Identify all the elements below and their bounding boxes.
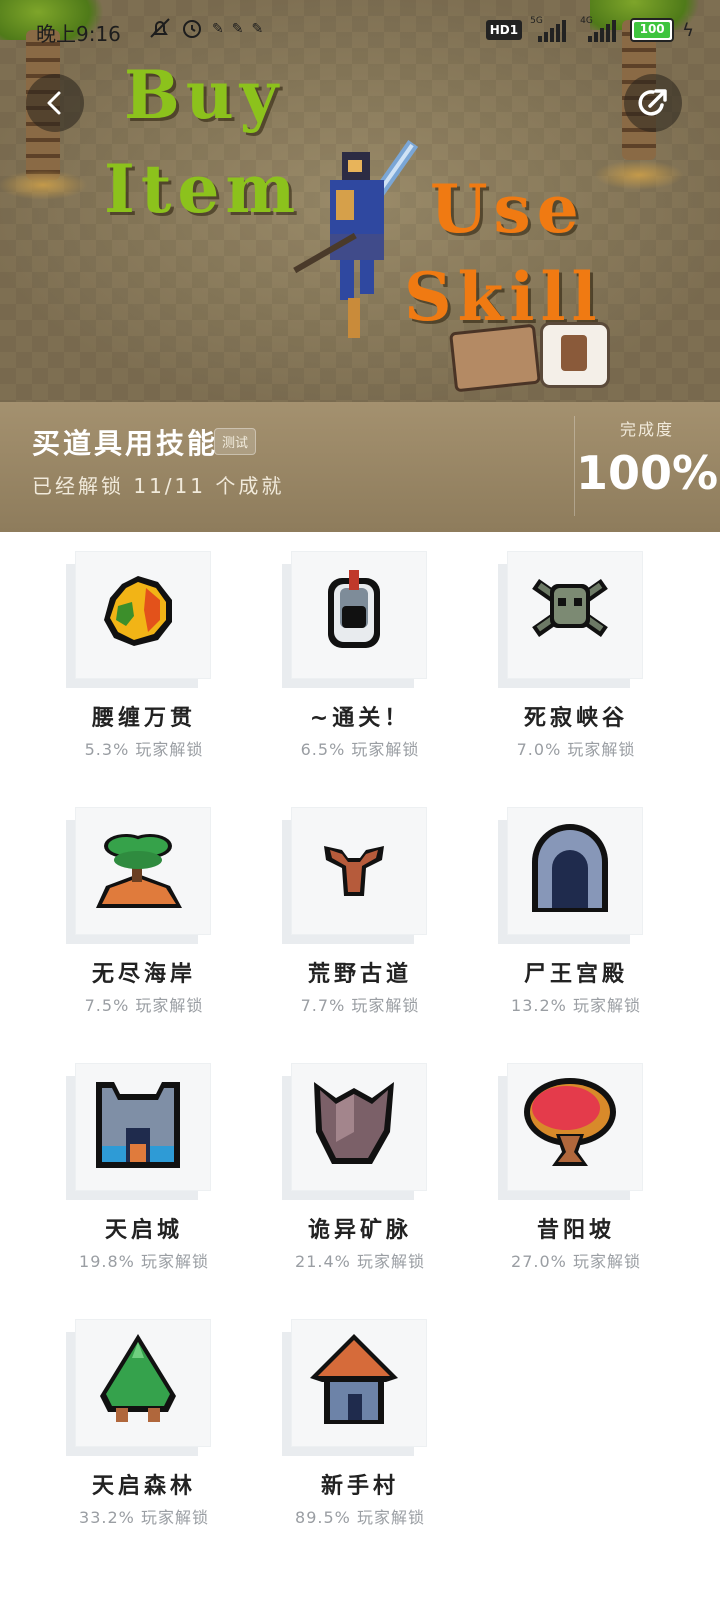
share-icon: [638, 89, 667, 116]
achievement-unlock-rate: 7.0% 玩家解锁: [516, 740, 636, 759]
back-button[interactable]: [26, 74, 84, 132]
achievement-item[interactable]: 尸王宫殿 13.2% 玩家解锁: [476, 808, 684, 1064]
completion-value: 100%: [575, 446, 719, 500]
notification-icon: ✎: [251, 21, 264, 37]
achievement-name: 新手村: [320, 1474, 399, 1499]
achievement-icon-card: [498, 1064, 642, 1200]
achievement-unlock-rate: 89.5% 玩家解锁: [295, 1508, 425, 1527]
game-banner: Buy Item Use Skill 晚上9:16 ✎ ✎ ✎ HD1 5G 4…: [0, 0, 720, 402]
banner-word-buy: Buy: [124, 56, 285, 134]
achievement-name: 无尽海岸: [91, 962, 196, 987]
achievement-item[interactable]: 荒野古道 7.7% 玩家解锁: [260, 808, 468, 1064]
knight-character-illustration: [293, 139, 419, 338]
status-bar: 晚上9:16 ✎ ✎ ✎ HD1 5G 4G 100 ϟ: [0, 0, 720, 64]
gold-bag-icon: [104, 576, 172, 646]
status-notification-icons: ✎ ✎ ✎: [148, 16, 263, 46]
battery-icon: 100: [630, 18, 675, 42]
achievement-item[interactable]: 无尽海岸 7.5% 玩家解锁: [44, 808, 252, 1064]
mute-icon: [148, 16, 172, 46]
achievement-icon-card: [282, 1320, 426, 1456]
game-title: 买道具用技能: [32, 427, 219, 460]
achievement-item[interactable]: 腰缠万贯 5.3% 玩家解锁: [44, 552, 252, 808]
castle-icon: [96, 1082, 180, 1168]
skull-crossbones-icon: [532, 578, 608, 638]
battery-level: 100: [639, 22, 665, 36]
achievement-name: 荒野古道: [307, 962, 412, 987]
achievement-icon-card: [498, 552, 642, 688]
status-system-icons: HD1 5G 4G 100 ϟ: [485, 16, 694, 42]
achievement-name: 天启城: [104, 1218, 183, 1243]
signal-4g-icon: 4G: [580, 16, 622, 42]
achievement-unlock-rate: 5.3% 玩家解锁: [84, 740, 204, 759]
test-tag-badge: 测试: [214, 428, 257, 455]
achievement-unlock-rate: 27.0% 玩家解锁: [511, 1252, 641, 1271]
red-tree-icon: [524, 1078, 616, 1166]
stone-arch-icon: [532, 824, 608, 912]
achievement-grid: 腰缠万贯 5.3% 玩家解锁 ~通关！ 6.5% 玩家解锁 死寂峡谷 7.0% …: [44, 552, 684, 1576]
achievement-item[interactable]: 天启森林 33.2% 玩家解锁: [44, 1320, 252, 1576]
achievement-unlock-rate: 6.5% 玩家解锁: [300, 740, 420, 759]
game-info-band: 买道具用技能 测试 已经解锁 11/11 个成就 完成度 100%: [0, 402, 720, 532]
knight-helmet-icon: [328, 570, 380, 648]
achievement-unlock-rate: 13.2% 玩家解锁: [511, 996, 641, 1015]
share-button[interactable]: [624, 74, 682, 132]
achievement-icon-card: [498, 808, 642, 944]
speech-bubble-decoration: [540, 322, 610, 388]
achievement-name: 死寂峡谷: [523, 706, 628, 731]
achievement-unlock-rate: 7.7% 玩家解锁: [300, 996, 420, 1015]
achievement-name: 尸王宫殿: [523, 962, 628, 987]
achievement-item[interactable]: 天启城 19.8% 玩家解锁: [44, 1064, 252, 1320]
hd-badge: HD1: [485, 20, 523, 40]
completion-label: 完成度: [619, 420, 674, 439]
achievement-icon-card: [66, 552, 210, 688]
achievement-icon-card: [66, 1320, 210, 1456]
achievement-icon-card: [282, 1064, 426, 1200]
achievement-item[interactable]: ~通关！ 6.5% 玩家解锁: [260, 552, 468, 808]
palm-island-icon: [96, 834, 182, 908]
signal-5g-icon: 5G: [530, 16, 572, 42]
achievement-name: 天启森林: [91, 1474, 196, 1499]
achievement-icon-card: [282, 808, 426, 944]
achievement-name: 昔阳坡: [536, 1218, 615, 1243]
crystal-rocks-icon: [314, 1082, 394, 1164]
achievement-name: ~通关！: [309, 706, 411, 731]
achievement-unlock-rate: 21.4% 玩家解锁: [295, 1252, 425, 1271]
achievement-item[interactable]: 新手村 89.5% 玩家解锁: [260, 1320, 468, 1576]
chevron-left-icon: [47, 91, 61, 115]
achievement-name: 腰缠万贯: [91, 706, 196, 731]
achievement-unlock-rate: 19.8% 玩家解锁: [79, 1252, 209, 1271]
achievement-item[interactable]: 死寂峡谷 7.0% 玩家解锁: [476, 552, 684, 808]
achievement-name: 诡异矿脉: [307, 1218, 412, 1243]
achievement-unlock-rate: 7.5% 玩家解锁: [84, 996, 204, 1015]
achievement-icon-card: [66, 808, 210, 944]
village-hut-icon: [310, 1334, 398, 1424]
banner-word-item: Item: [104, 150, 302, 228]
status-time: 晚上9:16: [36, 22, 121, 46]
charging-icon: ϟ: [682, 19, 694, 41]
pine-tree-icon: [100, 1334, 176, 1422]
notification-icon: ✎: [231, 21, 244, 37]
banner-word-use: Use: [430, 170, 585, 248]
achievement-unlock-rate: 33.2% 玩家解锁: [79, 1508, 209, 1527]
alarm-icon: [180, 16, 204, 46]
wooden-sign-decoration: [449, 323, 541, 393]
dead-tree-icon: [324, 846, 384, 896]
achievement-item[interactable]: 诡异矿脉 21.4% 玩家解锁: [260, 1064, 468, 1320]
notification-icon: ✎: [212, 21, 224, 37]
achievement-icon-card: [282, 552, 426, 688]
unlocked-count-text: 已经解锁 11/11 个成就: [32, 474, 285, 498]
achievement-icon-card: [66, 1064, 210, 1200]
achievement-item[interactable]: 昔阳坡 27.0% 玩家解锁: [476, 1064, 684, 1320]
